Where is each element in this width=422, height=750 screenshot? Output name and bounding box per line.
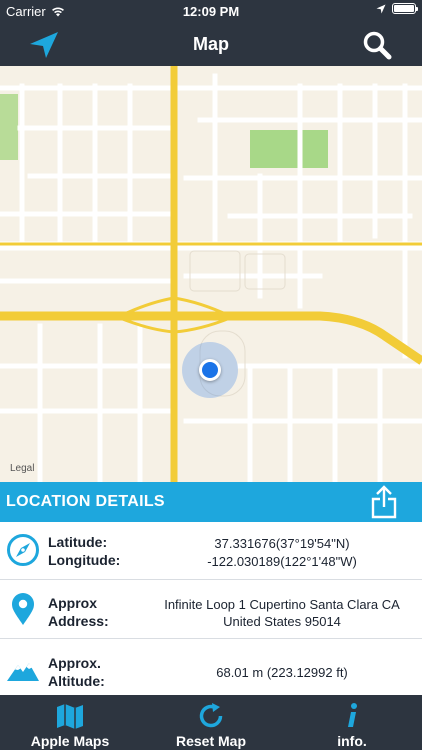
refresh-icon [199,703,223,728]
tab-bar: Apple Maps Reset Map info. [0,695,422,750]
longitude-value: -122.030189(122°1'48"W) [207,554,357,569]
tab-info-label: info. [337,733,367,749]
address-label-line-1: Approx [48,595,97,611]
info-icon [348,703,357,727]
altitude-label-line-1: Approx. [48,655,101,671]
status-bar: Carrier 12:09 PM [0,0,422,22]
address-row: Approx Address: Infinite Loop 1 Cupertin… [0,580,422,638]
latitude-label: Latitude: [48,534,108,550]
altitude-value: 68.01 m (223.12992 ft) [216,665,348,680]
map-view[interactable]: Legal [0,66,422,482]
location-services-icon [376,4,386,13]
status-time: 12:09 PM [182,4,240,19]
share-icon[interactable] [370,485,398,519]
map-streets [0,66,422,482]
search-icon[interactable] [362,30,392,60]
page-title: Map [193,34,229,54]
tab-apple-maps[interactable]: Apple Maps [0,695,140,750]
altitude-label-line-2: Altitude: [48,673,105,689]
altitude-row: Approx. Altitude: 68.01 m (223.12992 ft) [0,639,422,695]
battery-icon [392,3,418,14]
tab-apple-maps-label: Apple Maps [30,733,110,749]
address-value-line-2: United States 95014 [223,614,341,629]
coordinates-row: Latitude: Longitude: 37.331676(37°19'54"… [0,522,422,579]
tab-reset-map[interactable]: Reset Map [141,695,281,750]
latitude-value: 37.331676(37°19'54"N) [214,536,350,551]
user-location-dot[interactable] [199,359,221,381]
compass-icon [7,534,39,566]
address-label-line-2: Address: [48,613,109,629]
tab-info[interactable]: info. [282,695,422,750]
map-pin-icon [12,593,34,625]
address-value-line-1: Infinite Loop 1 Cupertino Santa Clara CA [164,597,400,612]
details-header: LOCATION DETAILS [0,482,422,522]
tab-reset-map-label: Reset Map [175,733,247,749]
longitude-label: Longitude: [48,552,121,568]
details-header-title: LOCATION DETAILS [6,493,165,510]
mountain-icon [7,663,39,681]
map-icon [57,704,83,729]
navigation-bar: Map [0,22,422,66]
map-legal-link[interactable]: Legal [10,463,34,474]
